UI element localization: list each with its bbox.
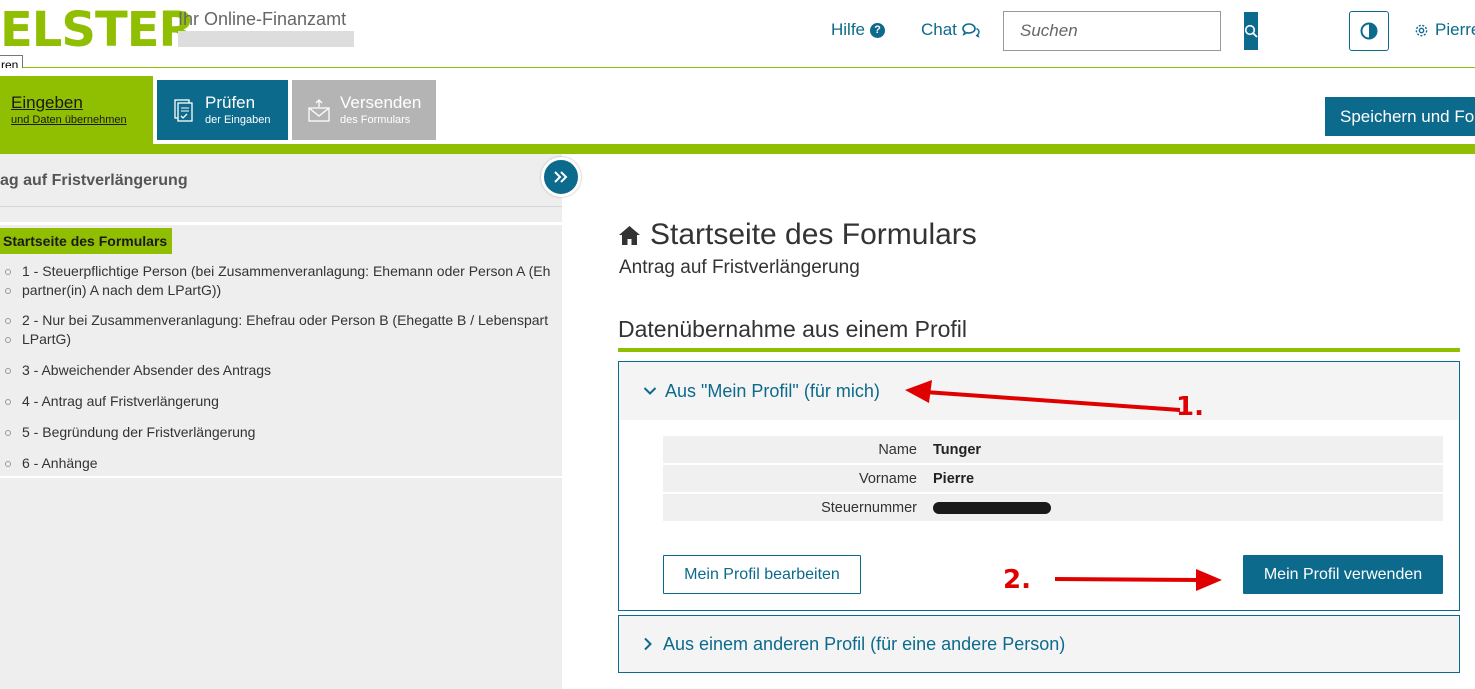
annotation-layer: [905, 380, 1222, 591]
annotation-step-1: 1.: [1176, 392, 1204, 422]
annotation-step-2: 2.: [1003, 565, 1031, 595]
arrow-1: [905, 380, 1181, 412]
arrow-2: [1054, 569, 1222, 591]
